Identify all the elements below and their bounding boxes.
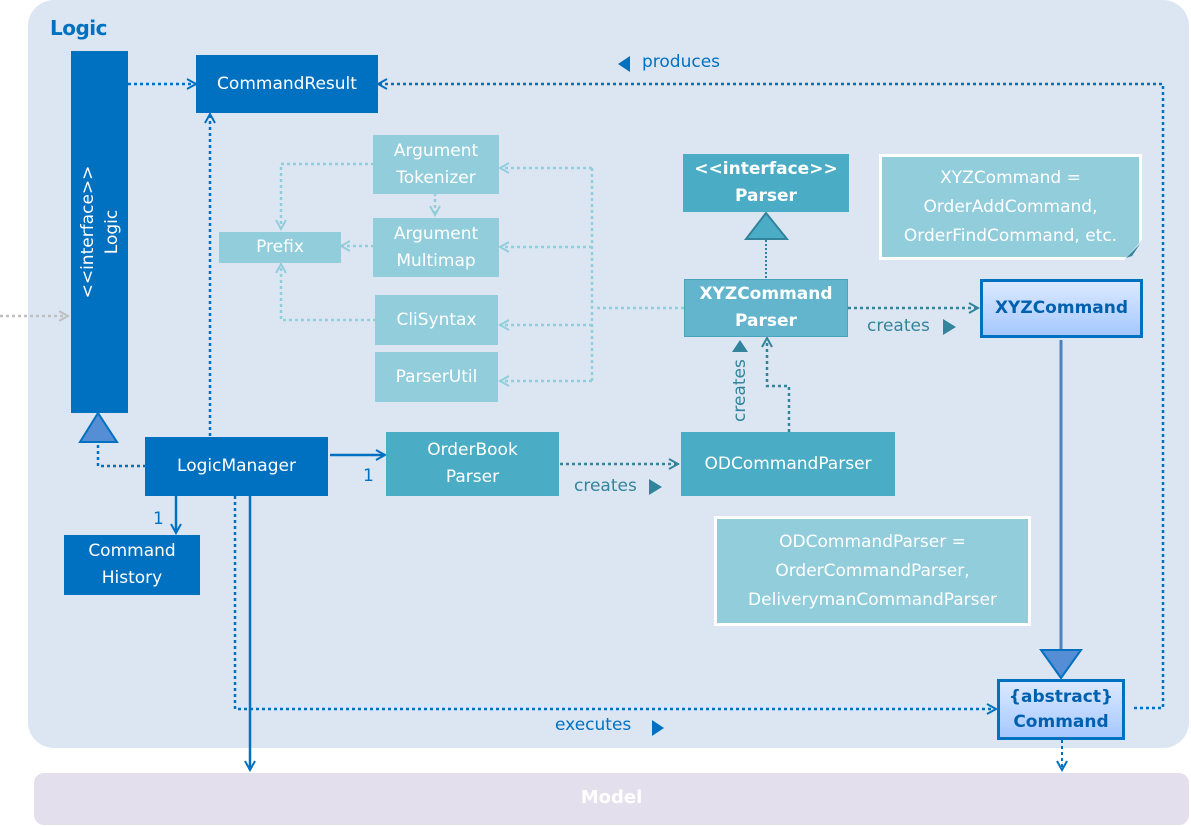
- argumentmultimap-class[interactable]: Argument Multimap: [373, 218, 499, 277]
- parser-interface-class[interactable]: <<interface>> Parser: [683, 154, 849, 212]
- abstract-command-class[interactable]: {abstract} Command: [997, 679, 1125, 740]
- logic-interface-class[interactable]: <<interface>> Logic: [71, 51, 128, 413]
- commandhistory-class[interactable]: Command History: [64, 535, 200, 595]
- parserutil-class[interactable]: ParserUtil: [375, 352, 498, 402]
- commandresult-class[interactable]: CommandResult: [196, 55, 378, 113]
- orderbookparser-class[interactable]: OrderBook Parser: [386, 432, 559, 496]
- creates-xyz-label: creates: [867, 316, 930, 336]
- creates-vertical-direction-icon: [732, 340, 748, 352]
- produces-direction-icon: [618, 56, 630, 72]
- executes-direction-icon: [652, 720, 664, 736]
- logicmanager-class[interactable]: LogicManager: [145, 437, 328, 496]
- xyzcommand-class[interactable]: XYZCommand: [980, 279, 1143, 338]
- logic-interface-name: Logic: [101, 209, 122, 255]
- generalization-triangle-command: [1039, 649, 1083, 680]
- odcommandparser-class[interactable]: ODCommandParser: [681, 432, 895, 496]
- logic-interface-stereotype: <<interface>>: [77, 165, 98, 299]
- odparser-to-xyzparser-arrow: [767, 338, 791, 432]
- history-multiplicity-label: 1: [153, 509, 164, 529]
- creates-orderbook-direction-icon: [649, 479, 662, 495]
- clisyntax-to-prefix-arrow: [281, 264, 376, 322]
- produces-label: produces: [642, 52, 721, 72]
- argumenttokenizer-class[interactable]: Argument Tokenizer: [373, 135, 499, 194]
- realization-triangle-parser: [743, 211, 790, 240]
- odcommandparser-note: ODCommandParser = OrderCommandParser, De…: [714, 516, 1031, 626]
- xyzcommandparser-class[interactable]: XYZCommand Parser: [684, 279, 848, 337]
- logic-interface-text: <<interface>> Logic: [76, 82, 124, 382]
- prefix-class[interactable]: Prefix: [219, 232, 341, 263]
- orderbook-multiplicity-label: 1: [363, 466, 374, 486]
- creates-vertical-label: creates: [730, 359, 750, 422]
- clisyntax-class[interactable]: CliSyntax: [375, 295, 498, 345]
- creates-orderbook-label: creates: [574, 476, 637, 496]
- executes-label: executes: [555, 715, 632, 735]
- class-diagram: Logic Model <<interface>> Logic CommandR…: [0, 0, 1191, 826]
- realization-triangle-logic: [78, 411, 119, 443]
- creates-xyz-direction-icon: [943, 319, 956, 335]
- xyzcommand-note: XYZCommand = OrderAddCommand, OrderFindC…: [879, 154, 1142, 260]
- tokenizer-to-prefix-arrow: [281, 162, 374, 229]
- note-fold-icon: [1124, 240, 1142, 260]
- logicmanager-realizes-logic-line: [96, 444, 146, 468]
